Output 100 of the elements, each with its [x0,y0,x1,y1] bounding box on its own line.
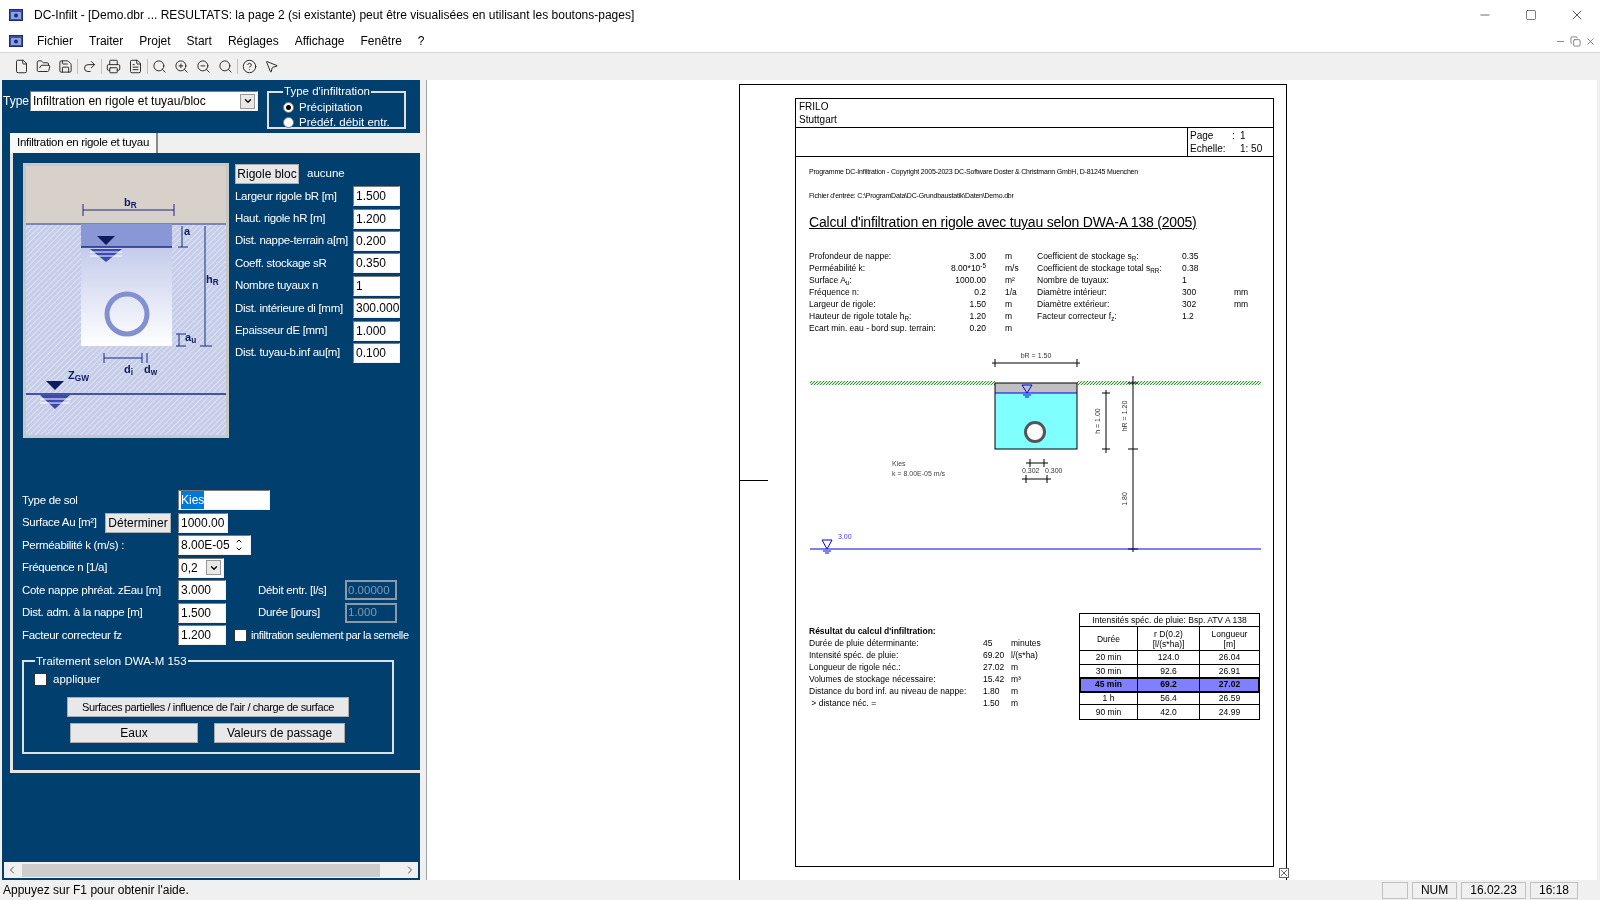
parameter-value: 1.20 [968,310,986,322]
table-row[interactable]: 90 min 42.0 24.99 [1080,705,1259,719]
menu-item[interactable]: ? [409,31,433,51]
input-field[interactable]: 1.500 [353,186,400,207]
dimension-label: a$_{u}$ [185,332,197,343]
curved-arrow-icon[interactable] [82,59,97,74]
checkbox[interactable] [34,673,47,687]
determine-button[interactable]: Déterminer [105,512,171,533]
input-field[interactable]: 1 [353,275,400,296]
dimension-label: d$_{i}$ [124,364,134,375]
result-label: Volumes de stockage nécessaire: [809,673,937,685]
menu-item[interactable]: Affichage [286,31,353,51]
parameter-label: Diamètre extérieur: [1037,298,1111,310]
type-select[interactable]: Infiltration en rigole et tuyau/bloc [30,91,258,111]
parameter-label: Profondeur de nappe: [809,250,893,262]
table-cell-text: 45 min [1094,678,1123,691]
menu-item[interactable]: Fenêtre [352,31,410,51]
document-icon[interactable] [128,59,143,74]
company-name: FRILO [799,100,830,113]
result-unit: m [1011,685,1019,697]
maximize-icon[interactable] [1525,9,1537,21]
radio-option[interactable]: Prédéf. débit entr. [283,115,390,131]
table-cell-text: 20 min [1094,651,1123,664]
input-field[interactable]: 0.350 [353,253,400,274]
scrollbar-thumb[interactable] [22,863,380,877]
separator-text: : [1232,129,1236,142]
parameter-value: 0.35 [1182,250,1200,262]
input-field[interactable]: 300.000 [353,298,400,319]
spin-field[interactable]: 8.00E-05 [178,535,251,556]
table-row[interactable]: 20 min 124.0 26.04 [1080,651,1259,665]
input-field[interactable]: 0.200 [353,230,400,251]
printer-icon[interactable] [106,59,121,74]
parameter-value: 1.2 [1182,310,1195,322]
menu-item[interactable]: Traiter [81,31,132,51]
field-label: Nombre tuyaux n [235,278,320,294]
input-field[interactable]: 3.000 [178,580,226,601]
menu-item[interactable]: Fichier [29,31,81,51]
result-unit: minutes [1011,637,1041,649]
menu-item[interactable]: Start [178,31,220,51]
parameter-value: 300 [1182,286,1198,298]
parameter-label: Nombre de tuyaux: [1037,274,1110,286]
parameter-label: Facteur correcteur f$_{z}$: [1037,310,1118,322]
new-file-icon[interactable] [14,59,29,74]
dimension-label: h$_{R}$ [206,274,219,285]
input-field[interactable]: 1.500 [178,602,226,623]
dimension-label: a [184,226,191,237]
field-label: Dist. adm. à la nappe [m] [22,605,144,621]
waters-button[interactable]: Eaux [70,722,198,743]
table-cell: 26.59 [1199,691,1259,705]
radio-option[interactable]: Précipitation [283,100,390,116]
menu-item[interactable]: Projet [131,31,179,51]
field-label: Débit entr. [l/s] [258,582,328,598]
input-field[interactable]: 0.100 [353,342,400,363]
frequency-select[interactable]: 0,2 [178,557,224,578]
result-value: 15.42 [983,673,1006,685]
status-indicator: 16.02.23 [1461,881,1526,899]
restore-icon[interactable] [1570,35,1581,47]
help-icon[interactable] [242,59,257,74]
column-header: Longueur [m] [1199,627,1259,650]
parameter-unit: m [1005,310,1013,322]
zoom-out-icon[interactable] [196,59,211,74]
field-label: Dist. intérieure di [mm] [235,300,344,316]
field-label: Perméabilité k (m/s) : [22,537,126,553]
close-icon[interactable] [1585,35,1596,47]
parameter-value: 1000.00 [954,274,986,286]
field-label: Haut. rigole hR [m] [235,210,327,226]
input-field[interactable]: 1.200 [178,625,226,646]
table-row[interactable]: 1 h 56.4 26.59 [1080,691,1259,706]
checkbox[interactable] [234,628,247,642]
table-cell: 42.0 [1137,705,1199,719]
pointer-help-icon[interactable] [264,59,279,74]
zoom-in-icon[interactable] [174,59,189,74]
input-field[interactable]: 1.000 [353,320,400,341]
input-field[interactable]: Kies [178,490,270,511]
save-icon[interactable] [58,59,73,74]
field-label: Epaisseur dE [mm] [235,322,329,338]
result-value: 1.50 [983,697,1001,709]
partial-surfaces-button[interactable]: Surfaces partielles / influence de l'air / charge de surface [67,696,349,717]
table-title: Intensités spéc. de pluie: Bsp. ATV A 138 [1080,614,1259,627]
city-name: Stuttgart [799,113,838,126]
status-indicator: NUM [1411,881,1458,899]
table-row[interactable]: 45 min 69.2 27.02 [1080,678,1259,692]
pass-values-button[interactable]: Valeurs de passage [214,722,345,743]
rigole-bloc-button[interactable]: Rigole bloc [235,164,299,184]
parameter-value: 0.2 [973,286,986,298]
parameter-value: 302 [1182,298,1198,310]
corner-icon[interactable] [1279,868,1289,878]
input-field[interactable]: 1000.00 [178,512,228,533]
parameter-value: 8.00*10$^{-5}$ [950,262,986,274]
input-field[interactable]: 1.200 [353,208,400,229]
result-label: Longueur de rigole néc.: [809,661,902,673]
table-cell-text: 90 min [1094,706,1123,719]
zoom-icon[interactable] [152,59,167,74]
scale-label: Echelle: [1190,142,1227,155]
group-title: Traitement selon DWA-M 153 [35,653,188,669]
menu-item[interactable]: Réglages [219,31,287,51]
table-cell: 26.04 [1199,651,1259,664]
magnifier-icon[interactable] [218,59,233,74]
open-folder-icon[interactable] [36,59,51,74]
tab[interactable]: Infiltration en rigole et tuyau [10,133,158,153]
